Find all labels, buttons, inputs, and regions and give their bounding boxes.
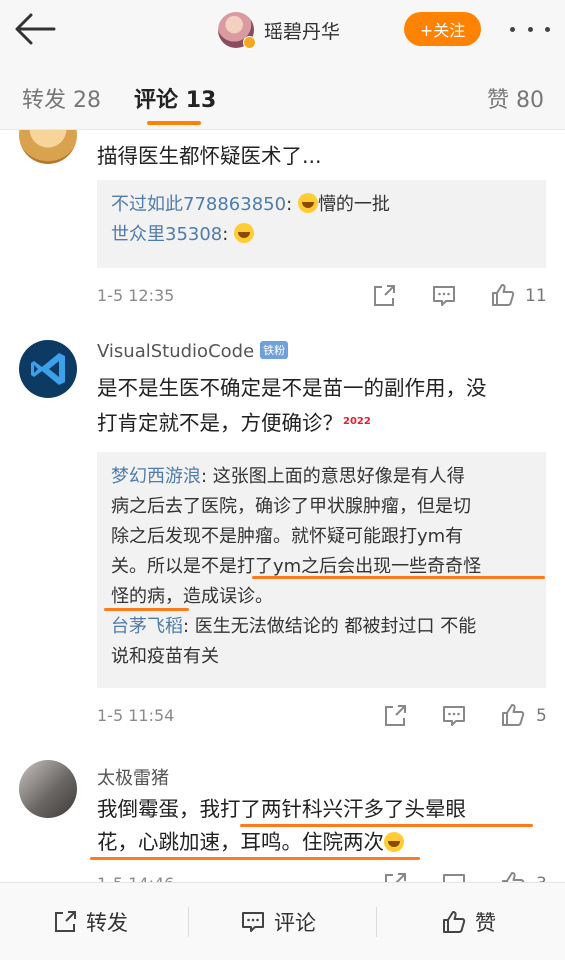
reply-box[interactable]: 不过如此778863850: 懵的一批 世众里35308: [97, 180, 546, 268]
commenter-avatar[interactable] [19, 340, 77, 398]
fan-badge: 铁粉 [260, 341, 289, 359]
tab-comments-label: 评论 [134, 88, 179, 113]
commenter-name[interactable]: VisualStudioCode [97, 341, 254, 362]
like-count: 11 [525, 286, 547, 306]
reply-author[interactable]: 台茅飞稻 [111, 616, 183, 637]
reply-text: 懵的一批 [317, 194, 390, 215]
bottom-action-bar: 转发 评论 赞 [0, 882, 565, 960]
tab-likes-label: 赞 [487, 88, 510, 113]
share-icon[interactable] [382, 871, 408, 882]
divider [376, 907, 377, 937]
tab-repost-label: 转发 [22, 88, 67, 113]
share-icon[interactable] [382, 703, 408, 729]
reply-author[interactable]: 世众里35308 [111, 224, 222, 245]
comment-timestamp: 1-5 14:46 [97, 874, 174, 882]
comment-icon[interactable] [441, 703, 467, 729]
tab-comments[interactable]: 评论 13 [134, 82, 216, 114]
comment-text-line: 花，心跳加速，耳鸣。住院两次 [97, 830, 384, 854]
back-arrow-icon[interactable] [14, 12, 56, 46]
handdrawn-underline [90, 857, 420, 860]
tab-repost-count: 28 [73, 88, 102, 113]
comment-text-line: 打肯定就不是，方便确诊？ [97, 411, 343, 435]
comment-text: 是不是生医不确定是不是苗一的副作用，没 打肯定就不是，方便确诊？2022 [97, 372, 552, 440]
comment-text-line: 是不是生医不确定是不是苗一的副作用，没 [97, 376, 487, 400]
laugh-cry-emoji-icon [384, 832, 404, 852]
comment-header: VisualStudioCode 铁粉 [97, 341, 289, 362]
handdrawn-underline [104, 608, 189, 611]
reply-box[interactable]: 梦幻西游浪: 这张图上面的意思好像是有人得 病之后去了医院，确诊了甲状腺肿瘤，但… [97, 452, 546, 688]
reply-text: 说和疫苗有关 [111, 646, 219, 667]
verified-icon [243, 36, 256, 49]
comment-icon[interactable] [441, 871, 467, 882]
tab-bar: 转发 28 评论 13 赞 80 [0, 62, 565, 130]
commenter-avatar[interactable] [19, 130, 77, 164]
reply-item[interactable]: 梦幻西游浪: 这张图上面的意思好像是有人得 病之后去了医院，确诊了甲状腺肿瘤，但… [111, 462, 532, 612]
reply-text: 医生无法做结论的 都被封过口 不能 [194, 616, 477, 637]
reply-item[interactable]: 世众里35308: [111, 220, 532, 250]
repost-label: 转发 [86, 911, 128, 935]
comment-button[interactable]: 评论 [240, 883, 316, 960]
divider [188, 907, 189, 937]
comment-text-line: 我倒霉蛋，我打了两针科兴汗多了头晕眼 [97, 797, 466, 821]
comment-feed[interactable]: 描得医生都怀疑医术了... 不过如此778863850: 懵的一批 世众里353… [0, 130, 565, 882]
share-icon [55, 911, 76, 932]
comment-timestamp: 1-5 12:35 [97, 286, 175, 305]
like-count: 5 [536, 706, 547, 726]
vscode-logo-icon [31, 353, 65, 385]
reply-author[interactable]: 梦幻西游浪 [111, 466, 201, 487]
active-tab-indicator [147, 121, 201, 125]
reply-author[interactable]: 不过如此778863850 [111, 194, 286, 215]
reply-text: 病之后去了医院，确诊了甲状腺肿瘤，但是切 [111, 496, 471, 517]
commenter-name[interactable]: 太极雷猪 [97, 764, 169, 790]
like-count: 3 [536, 874, 547, 882]
author-info[interactable]: 瑶碧丹华 [218, 10, 340, 50]
handdrawn-underline [252, 576, 545, 579]
like-button[interactable]: 赞 [441, 883, 496, 960]
comment-timestamp: 1-5 11:54 [97, 706, 175, 725]
like-label: 赞 [475, 911, 496, 935]
author-avatar[interactable] [218, 12, 256, 49]
commenter-avatar[interactable] [19, 760, 77, 818]
tab-comments-count: 13 [185, 88, 217, 113]
like-icon[interactable] [490, 282, 516, 308]
reply-item[interactable]: 台茅飞稻: 医生无法做结论的 都被封过口 不能 说和疫苗有关 [111, 612, 532, 672]
year-2022-emoji: 2022 [343, 416, 371, 427]
reply-item[interactable]: 不过如此778863850: 懵的一批 [111, 190, 532, 220]
follow-button[interactable]: +关注 [404, 12, 481, 46]
repost-button[interactable]: 转发 [52, 883, 128, 960]
laugh-cry-emoji-icon [234, 223, 255, 243]
like-icon[interactable] [500, 870, 526, 882]
tab-repost[interactable]: 转发 28 [22, 82, 101, 114]
comment-icon[interactable] [431, 283, 457, 309]
comment-label: 评论 [274, 911, 316, 935]
comment-icon [242, 912, 264, 932]
more-options-icon[interactable] [510, 17, 550, 41]
like-icon [443, 911, 466, 933]
share-icon[interactable] [371, 283, 397, 309]
laugh-cry-emoji-icon [297, 193, 318, 213]
top-bar: 瑶碧丹华 +关注 [0, 0, 565, 62]
like-icon[interactable] [500, 702, 526, 728]
reply-text: 这张图上面的意思好像是有人得 [212, 466, 465, 487]
author-name[interactable]: 瑶碧丹华 [264, 17, 340, 44]
handdrawn-underline [240, 824, 533, 827]
reply-text: 除之后发现不是肿瘤。就怀疑可能跟打ym有 [111, 526, 464, 547]
tab-likes[interactable]: 赞 80 [487, 82, 544, 114]
tab-likes-count: 80 [516, 88, 545, 113]
comment-text: 描得医生都怀疑医术了... [97, 144, 322, 168]
